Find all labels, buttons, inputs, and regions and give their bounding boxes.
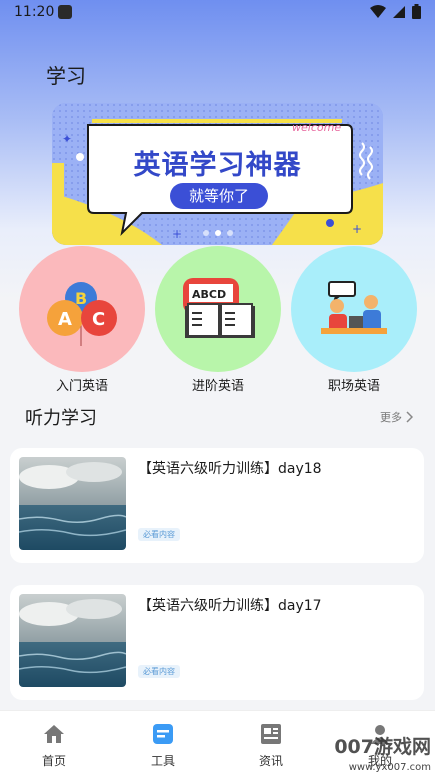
- wifi-icon: [370, 4, 386, 18]
- category-advanced-english[interactable]: ABCD 进阶英语: [155, 246, 281, 394]
- banner-dot[interactable]: [226, 230, 233, 236]
- nav-label: 工具: [150, 754, 175, 768]
- svg-text:ABCD: ABCD: [192, 288, 226, 301]
- more-label: 更多: [380, 411, 402, 424]
- list-item[interactable]: 【英语六级听力训练】day18 必看内容: [10, 448, 424, 563]
- status-time: 11:20: [14, 4, 55, 20]
- category-label: 入门英语: [55, 379, 108, 394]
- nav-label: 首页: [41, 754, 66, 768]
- section-title-listening: 听力学习: [25, 408, 97, 429]
- card-title: 【英语六级听力训练】day17: [138, 598, 322, 614]
- chevron-right-icon: [406, 411, 413, 423]
- banner-welcome-text: welcome: [292, 121, 341, 134]
- bottom-navigation: 首页 工具 资讯 我的 007游戏网 www.yx007.com: [0, 710, 435, 775]
- status-bar: 11:20: [0, 0, 435, 26]
- banner-title: 英语学习神器: [133, 150, 302, 181]
- battery-icon: [412, 4, 421, 19]
- category-label: 职场英语: [327, 379, 380, 394]
- abc-balloons-icon: B A C: [19, 246, 145, 372]
- nav-item-tools[interactable]: 工具: [133, 723, 193, 769]
- status-indicators: [370, 4, 421, 19]
- cellular-signal-icon: [393, 5, 405, 18]
- category-beginner-english[interactable]: B A C 入门英语: [19, 246, 145, 394]
- office-chat-icon: [291, 246, 417, 372]
- banner-dot-active[interactable]: [214, 230, 221, 236]
- news-icon: [261, 724, 281, 744]
- tool-icon: [153, 724, 173, 744]
- nav-item-news[interactable]: 资讯: [241, 723, 301, 769]
- nav-label: 资讯: [258, 754, 283, 768]
- card-title: 【英语六级听力训练】day18: [138, 461, 322, 477]
- site-watermark: 007游戏网: [334, 736, 431, 758]
- tag-badge: 必看内容: [138, 528, 180, 541]
- page-title: 学习: [46, 64, 86, 88]
- notification-app-icon: [58, 5, 72, 19]
- home-icon: [44, 725, 64, 743]
- tag-badge: 必看内容: [138, 665, 180, 678]
- svg-text:C: C: [92, 309, 105, 330]
- nav-item-home[interactable]: 首页: [24, 723, 84, 769]
- banner-dot[interactable]: [202, 230, 209, 236]
- promo-banner[interactable]: welcome ✦ + + 英语学习神器 就等你了: [52, 103, 383, 245]
- banner-subtitle: 就等你了: [170, 183, 268, 209]
- ocean-thumbnail: [19, 457, 126, 550]
- more-link[interactable]: 更多: [380, 409, 413, 425]
- banner-pagination: [52, 230, 383, 236]
- svg-text:A: A: [58, 309, 72, 330]
- ocean-thumbnail: [19, 594, 126, 687]
- abcd-book-icon: ABCD: [155, 246, 281, 372]
- category-label: 进阶英语: [191, 379, 244, 394]
- list-item[interactable]: 【英语六级听力训练】day17 必看内容: [10, 585, 424, 700]
- site-watermark-url: www.yx007.com: [348, 762, 431, 773]
- category-workplace-english[interactable]: 职场英语: [291, 246, 417, 394]
